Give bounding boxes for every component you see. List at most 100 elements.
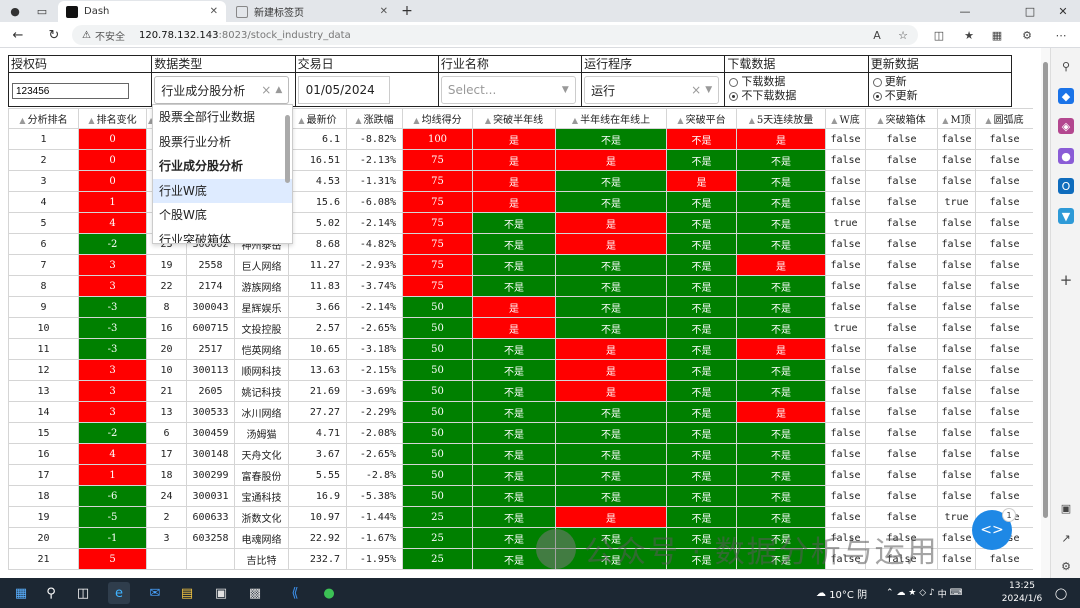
bluetooth-icon[interactable]: ★ xyxy=(908,588,919,598)
column-header[interactable]: ▲ 突破平台 xyxy=(666,108,737,129)
url-field[interactable]: ⚠ 不安全 120.78.132.143 :8023/stock_industr… xyxy=(72,25,918,45)
clear-icon[interactable]: × xyxy=(261,83,271,97)
sort-icon[interactable]: ▲ xyxy=(677,116,683,125)
floating-code-button[interactable]: <> 1 xyxy=(972,508,1016,550)
radio-dot[interactable] xyxy=(729,91,739,101)
close-tab-icon[interactable]: ✕ xyxy=(210,6,218,17)
dropdown-option[interactable]: 行业成分股分析 xyxy=(153,154,292,179)
table-row[interactable]: 14 3 13 300533 冰川网络 27.27 -2.29% 50 不是 不是 不是是 false… xyxy=(8,401,1033,423)
chevron-down-icon[interactable]: ▼ xyxy=(705,85,712,95)
program-select[interactable]: 运行 × ▼ xyxy=(584,76,720,104)
mail-icon[interactable]: ✉ xyxy=(144,582,166,604)
column-header[interactable]: ▲ 5天连续放量 xyxy=(736,108,826,129)
datatype-select[interactable]: 行业成分股分析 × ▲ xyxy=(154,76,290,104)
favorites-icon[interactable]: ★ xyxy=(960,25,978,45)
radio-dot[interactable] xyxy=(729,77,739,87)
dropdown-option[interactable]: 股票全部行业数据 xyxy=(153,105,292,130)
table-row[interactable]: 19 -5 2 600633 浙数文化 10.97 -1.44% 25 不是是不是 不是 false… xyxy=(8,506,1033,528)
settings-icon[interactable]: ⚙ xyxy=(1058,558,1074,574)
tab-dash[interactable]: Dash ✕ xyxy=(58,1,226,22)
table-row[interactable]: 8 3 22 2174 游族网络 11.83 -3.74% 75 不是 不是 不是 不是 false fa… xyxy=(8,275,1033,297)
read-aloud-icon[interactable]: A xyxy=(868,25,886,45)
table-row[interactable]: 18 -6 24 300031 宝通科技 16.9 -5.38% 50 不是 不是 不是 不是 fals… xyxy=(8,485,1033,507)
extensions-icon[interactable]: ⚙ xyxy=(1018,25,1036,45)
table-row[interactable]: 21 5 吉比特 232.7 -1.95% 25 不是 不是 不是 不是 false false fal… xyxy=(8,548,1033,570)
column-header[interactable]: ▲ M顶 xyxy=(937,108,976,129)
dropdown-scrollbar[interactable] xyxy=(285,115,290,183)
column-header[interactable]: ▲ W底 xyxy=(825,108,866,129)
store-icon[interactable]: ▣ xyxy=(210,582,232,604)
radio-update[interactable]: 更新 xyxy=(872,75,918,89)
clear-icon[interactable]: × xyxy=(691,83,701,97)
sort-icon[interactable]: ▲ xyxy=(355,116,361,125)
dropdown-option[interactable]: 行业W底 xyxy=(153,178,292,203)
radio-download[interactable]: 下载数据 xyxy=(729,75,796,89)
table-row[interactable]: 9 -3 8 300043 星辉娱乐 3.66 -2.14% 50 是不是 不是 不是 false fa… xyxy=(8,296,1033,318)
network-icon[interactable]: ◇ xyxy=(919,588,929,598)
more-menu-icon[interactable]: ⋯ xyxy=(1052,25,1070,45)
table-row[interactable]: 16 4 17 300148 天舟文化 3.67 -2.65% 50 不是 不是 不是 不是 false… xyxy=(8,443,1033,465)
sort-icon[interactable]: ▲ xyxy=(985,116,991,125)
sort-icon[interactable]: ▲ xyxy=(572,116,578,125)
column-header[interactable]: ▲ 分析排名 xyxy=(8,108,79,129)
sort-icon[interactable]: ▲ xyxy=(298,116,304,125)
dropdown-option[interactable]: 股票行业分析 xyxy=(153,130,292,155)
weather-widget[interactable]: ☁ 10°C 阴 xyxy=(816,578,867,608)
sort-icon[interactable]: ▲ xyxy=(749,116,755,125)
ime-indicator[interactable]: 中 xyxy=(938,587,947,600)
new-tab-button[interactable]: + xyxy=(396,0,418,22)
dropdown-option[interactable]: 个股W底 xyxy=(153,203,292,228)
profile-icon[interactable]: ● xyxy=(2,0,28,22)
table-row[interactable]: 7 3 19 2558 巨人网络 11.27 -2.93% 75 不是 不是 不是是 false fal… xyxy=(8,254,1033,276)
keyboard-icon[interactable]: ⌨ xyxy=(947,588,963,598)
external-link-icon[interactable]: ↗ xyxy=(1058,530,1074,546)
industry-select[interactable]: Select... ▼ xyxy=(440,76,576,104)
column-header[interactable]: ▲ 突破半年线 xyxy=(472,108,556,129)
sort-icon[interactable]: ▲ xyxy=(19,116,25,125)
sort-icon[interactable]: ▲ xyxy=(413,116,419,125)
scrollbar-thumb[interactable] xyxy=(1043,62,1048,518)
add-sidebar-icon[interactable]: + xyxy=(1058,271,1074,289)
favorite-star-icon[interactable]: ☆ xyxy=(894,25,912,45)
column-header[interactable]: ▲ 最新价 xyxy=(288,108,347,129)
vscode-icon[interactable]: ⟪ xyxy=(284,582,306,604)
chevron-down-icon[interactable]: ▼ xyxy=(562,85,569,95)
radio-dot[interactable] xyxy=(872,77,882,87)
radio-dot[interactable] xyxy=(872,91,882,101)
tab-new[interactable]: 新建标签页 ✕ xyxy=(228,1,396,22)
caret-up-icon[interactable]: ▲ xyxy=(275,85,282,95)
drop-icon[interactable]: ▼ xyxy=(1058,208,1074,224)
outlook-icon[interactable]: O xyxy=(1058,178,1074,194)
column-header[interactable]: ▲ 均线得分 xyxy=(402,108,473,129)
minimize-icon[interactable]: — xyxy=(948,0,982,22)
collections-icon[interactable]: ▦ xyxy=(988,25,1006,45)
dropdown-option[interactable]: 行业突破箱体 xyxy=(153,228,292,244)
shopping-icon[interactable]: ◆ xyxy=(1058,88,1074,104)
games-icon[interactable]: ● xyxy=(1058,148,1074,164)
auth-code-input[interactable] xyxy=(12,83,129,99)
tab-actions-icon[interactable]: ▭ xyxy=(30,0,54,22)
sort-icon[interactable]: ▲ xyxy=(88,116,94,125)
close-window-icon[interactable]: ✕ xyxy=(1046,0,1080,22)
app-grid-icon[interactable]: ▩ xyxy=(244,582,266,604)
column-header[interactable]: ▲ 排名变化 xyxy=(78,108,147,129)
split-screen-icon[interactable]: ◫ xyxy=(930,25,948,45)
volume-icon[interactable]: ♪ xyxy=(929,588,938,598)
column-header[interactable]: ▲ 突破箱体 xyxy=(865,108,938,129)
column-header[interactable]: ▲ 圆弧底 xyxy=(975,108,1033,129)
search-icon[interactable]: ⚲ xyxy=(1058,58,1074,74)
table-row[interactable]: 15 -2 6 300459 汤姆猫 4.71 -2.08% 50 不是 不是 不是 不是 false f… xyxy=(8,422,1033,444)
cloud-tray-icon[interactable]: ☁ xyxy=(896,588,908,598)
caret-up-icon[interactable]: ⌃ xyxy=(886,588,896,598)
column-header[interactable]: ▲ 半年线在年线上 xyxy=(555,108,667,129)
table-row[interactable]: 11 -3 20 2517 恺英网络 10.65 -3.18% 50 不是是不是是 false fa… xyxy=(8,338,1033,360)
maximize-icon[interactable]: □ xyxy=(1013,0,1047,22)
close-tab-icon[interactable]: ✕ xyxy=(380,6,388,17)
sidebar-layout-icon[interactable]: ▣ xyxy=(1058,500,1074,516)
back-icon[interactable]: ← xyxy=(8,25,28,45)
search-taskbar-icon[interactable]: ⚲ xyxy=(40,582,62,604)
sort-icon[interactable]: ▲ xyxy=(831,116,837,125)
table-row[interactable]: 13 3 21 2605 姚记科技 21.69 -3.69% 50 不是是不是 不是 false fa… xyxy=(8,380,1033,402)
date-picker[interactable]: 01/05/2024 xyxy=(297,76,390,104)
table-row[interactable]: 12 3 10 300113 顺网科技 13.63 -2.15% 50 不是是不是 不是 false… xyxy=(8,359,1033,381)
